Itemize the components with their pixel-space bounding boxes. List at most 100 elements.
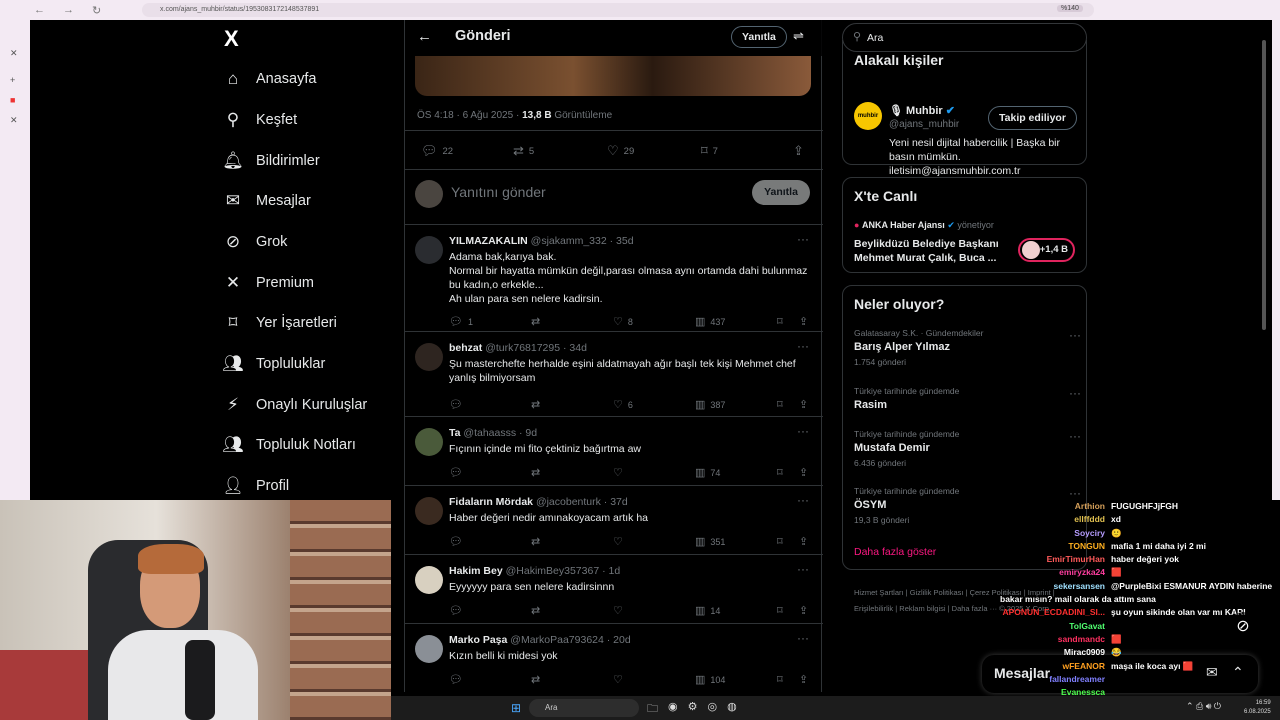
muhbir-avatar[interactable]: muhbir [854,102,882,130]
bookmark-action[interactable]: ⌑ [777,315,783,328]
trend-item[interactable]: Galatasaray S.K. · Gündemdekiler Barış Al… [854,328,983,367]
back-arrow-icon[interactable]: ← [417,28,432,45]
search-input[interactable]: Ara [867,32,883,44]
more-icon[interactable]: ··· [797,562,809,576]
repost-action[interactable]: ⇄ [531,315,540,328]
nav-explore[interactable]: ⚲ Keşfet [222,105,297,135]
like-action[interactable]: ♡ 6 [613,398,633,411]
reload-icon[interactable]: ↻ [92,4,101,17]
x-tab-icon[interactable]: ✕ [10,48,18,59]
nav-grok[interactable]: ⊘ Grok [222,227,288,257]
folder-icon[interactable]: 🗀 [647,700,658,719]
nav-communities[interactable]: 👥︎ Topluluklar [222,349,325,379]
header-reply-button[interactable]: Yanıtla [731,26,787,48]
more-icon[interactable]: ··· [1069,486,1081,500]
windows-start-icon[interactable]: ⊞ [511,701,521,715]
reply-item[interactable]: behzat @turk76817295 · 34d ··· Şu master… [405,333,823,417]
reply-action[interactable]: 💬︎ [449,466,463,479]
steam-icon[interactable]: ⚙ [688,700,698,719]
youtube-icon[interactable]: ■ [10,95,15,105]
like-action[interactable]: ♡ [613,535,623,548]
x-logo[interactable]: X [224,26,239,52]
more-icon[interactable]: ··· [1069,429,1081,443]
obs-icon[interactable]: ◎ [707,700,717,719]
nav-notifications[interactable]: 🔔︎ Bildirimler [222,146,319,176]
grok-floating-icon[interactable]: ⊘ [1228,612,1258,642]
more-icon[interactable]: ··· [1069,328,1081,342]
reply-item[interactable]: Marko Paşa @MarkoPaa793624 · 20d ··· Kız… [405,625,823,692]
avatar[interactable] [415,428,443,456]
share-action[interactable]: ⇪ [799,398,808,411]
views-action[interactable]: ▥ 74 [695,466,720,479]
reply-item[interactable]: YILMAZAKALIN @sjakamm_332 · 35d ··· Adam… [405,226,823,332]
views-action[interactable]: ▥ 437 [695,315,725,328]
share-action[interactable]: ⇪ [799,315,808,328]
avatar[interactable] [415,343,443,371]
related-name-row[interactable]: 🎙︎ Muhbir ✔ [889,104,955,117]
nav-profile[interactable]: 👤︎ Profil [222,471,289,501]
repost-action[interactable]: ⇄ 5 [513,143,534,159]
bookmark-action[interactable]: ⌑ 7 [701,143,718,159]
reply-action[interactable]: 💬︎ [449,673,463,686]
more-icon[interactable]: ··· [797,493,809,507]
nav-messages[interactable]: ✉ Mesajlar [222,186,311,216]
reply-action[interactable]: 💬︎ [449,604,463,617]
nav-bookmarks[interactable]: ⌑ Yer İşaretleri [222,308,337,338]
share-action[interactable]: ⇪ [799,604,808,617]
post-timestamp[interactable]: ÖS 4:18 · 6 Ağu 2025 · [417,110,522,121]
reply-item[interactable]: Hakim Bey @HakimBey357367 · 1d ··· Eyyyy… [405,556,823,624]
reply-action[interactable]: 💬︎ 22 [421,143,453,159]
nav-verified-orgs[interactable]: ⚡︎ Onaylı Kuruluşlar [222,390,367,420]
repost-action[interactable]: ⇄ [531,398,540,411]
more-icon[interactable]: ··· [797,339,809,353]
system-tray[interactable]: ⌃ ⎙ 🔊︎ ⏻ [1186,701,1221,712]
taskbar-clock[interactable]: 16:59 6.08.2025 [1244,699,1271,717]
following-button[interactable]: Takip ediliyor [988,106,1077,130]
live-listeners[interactable]: +1,4 B [1018,238,1075,262]
bookmark-action[interactable]: ⌑ [777,604,783,617]
nav-premium[interactable]: ✕ Premium [222,268,314,298]
reply-input[interactable]: Yanıtını gönder [451,184,546,200]
bookmark-action[interactable]: ⌑ [777,398,783,411]
page-scrollbar[interactable] [1262,40,1266,330]
reply-author[interactable]: Marko Paşa @MarkoPaa793624 · 20d [449,634,631,646]
live-text[interactable]: Beylikdüzü Belediye Başkanı Mehmet Murat… [854,237,1009,265]
trend-item[interactable]: Türkiye tarihinde gündemde Rasim [854,386,959,411]
views-action[interactable]: ▥ 14 [695,604,720,617]
more-icon[interactable]: ··· [797,631,809,645]
like-action[interactable]: ♡ [613,604,623,617]
repost-action[interactable]: ⇄ [531,604,540,617]
like-action[interactable]: ♡ 8 [613,315,633,328]
zoom-indicator[interactable]: %140 [1057,5,1083,12]
post-media[interactable] [415,56,811,96]
avatar[interactable] [415,497,443,525]
filter-icon[interactable]: ⇌ [793,28,804,44]
reply-item[interactable]: Fidaların Mördak @jacobenturk · 37d ··· … [405,487,823,555]
avatar[interactable] [415,236,443,264]
like-action[interactable]: ♡ [613,673,623,686]
repost-action[interactable]: ⇄ [531,535,540,548]
bookmark-action[interactable]: ⌑ [777,466,783,479]
like-action[interactable]: ♡ 29 [607,143,634,159]
back-icon[interactable]: ← [34,4,45,17]
repost-action[interactable]: ⇄ [531,673,540,686]
trend-item[interactable]: Türkiye tarihinde gündemde ÖSYM 19,3 B gön… [854,486,959,525]
bookmark-action[interactable]: ⌑ [777,535,783,548]
nav-community-notes[interactable]: 👥︎ Topluluk Notları [222,430,356,460]
x-active-tab-icon[interactable]: ✕ [10,115,18,126]
share-action[interactable]: ⇪ [799,673,808,686]
live-host-row[interactable]: ● ANKA Haber Ajansı ✔ yönetiyor [854,220,994,231]
reply-author[interactable]: Fidaların Mördak @jacobenturk · 37d [449,496,628,508]
views-action[interactable]: ▥ 351 [695,535,725,548]
avatar[interactable] [415,566,443,594]
compose-reply-button[interactable]: Yanıtla [752,180,810,205]
more-icon[interactable]: ··· [797,232,809,246]
repost-action[interactable]: ⇄ [531,466,540,479]
reply-action[interactable]: 💬︎ [449,535,463,548]
taskbar-search[interactable]: Ara [529,699,639,717]
share-action[interactable]: ⇪ [799,535,808,548]
reply-action[interactable]: 💬︎ [449,398,463,411]
bookmark-action[interactable]: ⌑ [777,673,783,686]
reply-author[interactable]: Ta @tahaasss · 9d [449,427,537,439]
views-action[interactable]: ▥ 387 [695,398,725,411]
